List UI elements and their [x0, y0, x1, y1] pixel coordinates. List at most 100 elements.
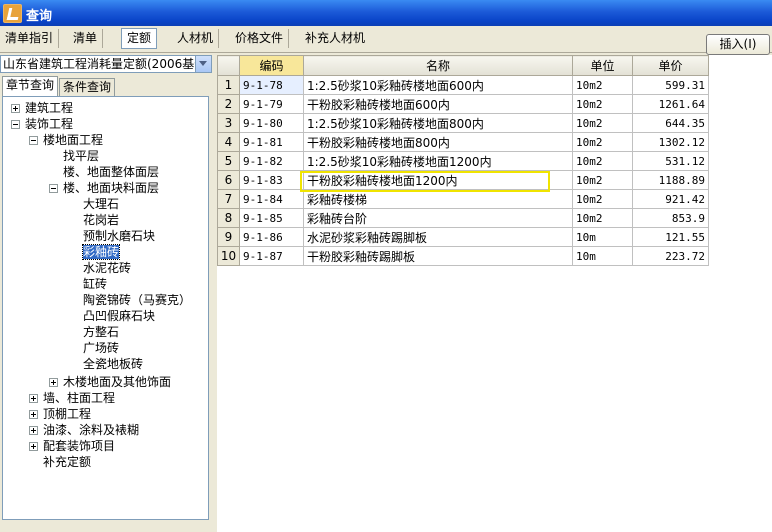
cell-unit[interactable]: 10m2 — [572, 132, 633, 152]
tree-node[interactable]: 建筑工程 — [11, 101, 73, 116]
table-row[interactable]: 3 9-1-80 1:2.5砂浆10彩釉砖楼地面800内 10m2 644.35 — [217, 113, 709, 133]
cell-name[interactable]: 1:2.5砂浆10彩釉砖楼地面600内 — [303, 75, 573, 95]
cell-code[interactable]: 9-1-85 — [239, 208, 304, 228]
tab-bar: 清单指引 清单 定额 人材机 价格文件 补充人材机 — [0, 26, 772, 53]
tab-price-file[interactable]: 价格文件 — [230, 29, 290, 48]
tree-node[interactable]: 楼地面工程 — [29, 133, 103, 148]
cell-unit[interactable]: 10m — [572, 246, 633, 266]
cell-price[interactable]: 1188.89 — [632, 170, 709, 190]
table-row[interactable]: 10 9-1-87 干粉胶彩釉砖踢脚板 10m 223.72 — [217, 246, 709, 266]
tree-node[interactable]: 找平层 — [63, 149, 99, 164]
tab-labor-material-machine[interactable]: 人材机 — [172, 29, 220, 48]
tree-node[interactable]: 广场砖 — [83, 341, 119, 356]
table-row[interactable]: 4 9-1-81 干粉胶彩釉砖楼地面800内 10m2 1302.12 — [217, 132, 709, 152]
cell-code[interactable]: 9-1-87 — [239, 246, 304, 266]
cell-name[interactable]: 水泥砂浆彩釉砖踢脚板 — [303, 227, 573, 247]
cell-price[interactable]: 1261.64 — [632, 94, 709, 114]
tree-node[interactable]: 装饰工程 — [11, 117, 73, 132]
row-index: 1 — [217, 75, 240, 95]
tree-node[interactable]: 补充定额 — [43, 455, 91, 470]
column-header-unit[interactable]: 单位 — [572, 55, 633, 76]
column-header-code[interactable]: 编码 — [239, 55, 304, 76]
row-index: 5 — [217, 151, 240, 171]
tab-chapter-query[interactable]: 章节查询 — [2, 76, 59, 97]
expand-icon[interactable] — [29, 410, 38, 419]
tab-supplement-lmm[interactable]: 补充人材机 — [300, 29, 370, 48]
cell-code[interactable]: 9-1-79 — [239, 94, 304, 114]
cell-price[interactable]: 531.12 — [632, 151, 709, 171]
tree-node[interactable]: 全瓷地板砖 — [83, 357, 143, 372]
tree-node[interactable]: 顶棚工程 — [29, 407, 91, 422]
cell-code[interactable]: 9-1-81 — [239, 132, 304, 152]
tree-node[interactable]: 水泥花砖 — [83, 261, 131, 276]
tree-node[interactable]: 预制水磨石块 — [83, 229, 155, 244]
cell-code[interactable]: 9-1-82 — [239, 151, 304, 171]
cell-name[interactable]: 1:2.5砂浆10彩釉砖楼地面800内 — [303, 113, 573, 133]
column-header-price[interactable]: 单价 — [632, 55, 709, 76]
table-row[interactable]: 7 9-1-84 彩釉砖楼梯 10m2 921.42 — [217, 189, 709, 209]
cell-name[interactable]: 彩釉砖台阶 — [303, 208, 573, 228]
cell-price[interactable]: 921.42 — [632, 189, 709, 209]
tree-node[interactable]: 方整石 — [83, 325, 119, 340]
cell-code[interactable]: 9-1-86 — [239, 227, 304, 247]
cell-name[interactable]: 彩釉砖楼梯 — [303, 189, 573, 209]
cell-price[interactable]: 853.9 — [632, 208, 709, 228]
tree-node[interactable]: 凸凹假麻石块 — [83, 309, 155, 324]
tab-bill[interactable]: 清单 — [68, 29, 104, 48]
expand-icon[interactable] — [49, 378, 58, 387]
cell-unit[interactable]: 10m2 — [572, 189, 633, 209]
cell-unit[interactable]: 10m2 — [572, 170, 633, 190]
cell-unit[interactable]: 10m2 — [572, 208, 633, 228]
cell-unit[interactable]: 10m2 — [572, 94, 633, 114]
tree-node[interactable]: 缸砖 — [83, 277, 107, 292]
cell-name[interactable]: 干粉胶彩釉砖楼地面1200内 — [303, 170, 573, 190]
cell-price[interactable]: 223.72 — [632, 246, 709, 266]
cell-code[interactable]: 9-1-78 — [239, 75, 304, 95]
tree-node-selected[interactable]: 彩釉砖 — [81, 244, 121, 260]
cell-code[interactable]: 9-1-83 — [239, 170, 304, 190]
tree-node[interactable]: 花岗岩 — [83, 213, 119, 228]
quota-library-select[interactable]: 山东省建筑工程消耗量定额(2006基价 — [0, 55, 212, 73]
table-row[interactable]: 2 9-1-79 干粉胶彩釉砖楼地面600内 10m2 1261.64 — [217, 94, 709, 114]
collapse-icon[interactable] — [11, 120, 20, 129]
expand-icon[interactable] — [29, 394, 38, 403]
tree-node[interactable]: 墙、柱面工程 — [29, 391, 115, 406]
chevron-down-icon[interactable] — [195, 56, 211, 72]
cell-price[interactable]: 599.31 — [632, 75, 709, 95]
tree-node[interactable]: 大理石 — [83, 197, 119, 212]
cell-name[interactable]: 干粉胶彩釉砖楼地面800内 — [303, 132, 573, 152]
cell-price[interactable]: 1302.12 — [632, 132, 709, 152]
expand-icon[interactable] — [29, 442, 38, 451]
insert-button[interactable]: 插入(I) — [706, 34, 770, 55]
cell-price[interactable]: 121.55 — [632, 227, 709, 247]
cell-name[interactable]: 干粉胶彩釉砖楼地面600内 — [303, 94, 573, 114]
tree-node[interactable]: 木楼地面及其他饰面 — [49, 375, 171, 390]
tree-node[interactable]: 陶瓷锦砖（马赛克） — [83, 293, 191, 308]
collapse-icon[interactable] — [29, 136, 38, 145]
table-row[interactable]: 5 9-1-82 1:2.5砂浆10彩釉砖楼地面1200内 10m2 531.1… — [217, 151, 709, 171]
cell-code[interactable]: 9-1-80 — [239, 113, 304, 133]
tree-node[interactable]: 配套装饰项目 — [29, 439, 115, 454]
cell-code[interactable]: 9-1-84 — [239, 189, 304, 209]
cell-name[interactable]: 1:2.5砂浆10彩釉砖楼地面1200内 — [303, 151, 573, 171]
collapse-icon[interactable] — [49, 184, 58, 193]
cell-unit[interactable]: 10m2 — [572, 75, 633, 95]
cell-name[interactable]: 干粉胶彩釉砖踢脚板 — [303, 246, 573, 266]
cell-price[interactable]: 644.35 — [632, 113, 709, 133]
table-row[interactable]: 9 9-1-86 水泥砂浆彩釉砖踢脚板 10m 121.55 — [217, 227, 709, 247]
expand-icon[interactable] — [11, 104, 20, 113]
table-row[interactable]: 1 9-1-78 1:2.5砂浆10彩釉砖楼地面600内 10m2 599.31 — [217, 75, 709, 95]
cell-unit[interactable]: 10m — [572, 227, 633, 247]
tab-bill-guide[interactable]: 清单指引 — [0, 29, 60, 48]
tree-node[interactable]: 油漆、涂料及裱糊 — [29, 423, 139, 438]
cell-unit[interactable]: 10m2 — [572, 151, 633, 171]
tree-node[interactable]: 楼、地面块料面层 — [49, 181, 159, 196]
table-row[interactable]: 8 9-1-85 彩釉砖台阶 10m2 853.9 — [217, 208, 709, 228]
column-header-name[interactable]: 名称 — [303, 55, 573, 76]
tree-node[interactable]: 楼、地面整体面层 — [63, 165, 159, 180]
tab-condition-query[interactable]: 条件查询 — [59, 78, 116, 96]
expand-icon[interactable] — [29, 426, 38, 435]
tab-quota[interactable]: 定额 — [121, 28, 158, 49]
cell-unit[interactable]: 10m2 — [572, 113, 633, 133]
table-row[interactable]: 6 9-1-83 干粉胶彩釉砖楼地面1200内 10m2 1188.89 — [217, 170, 709, 190]
